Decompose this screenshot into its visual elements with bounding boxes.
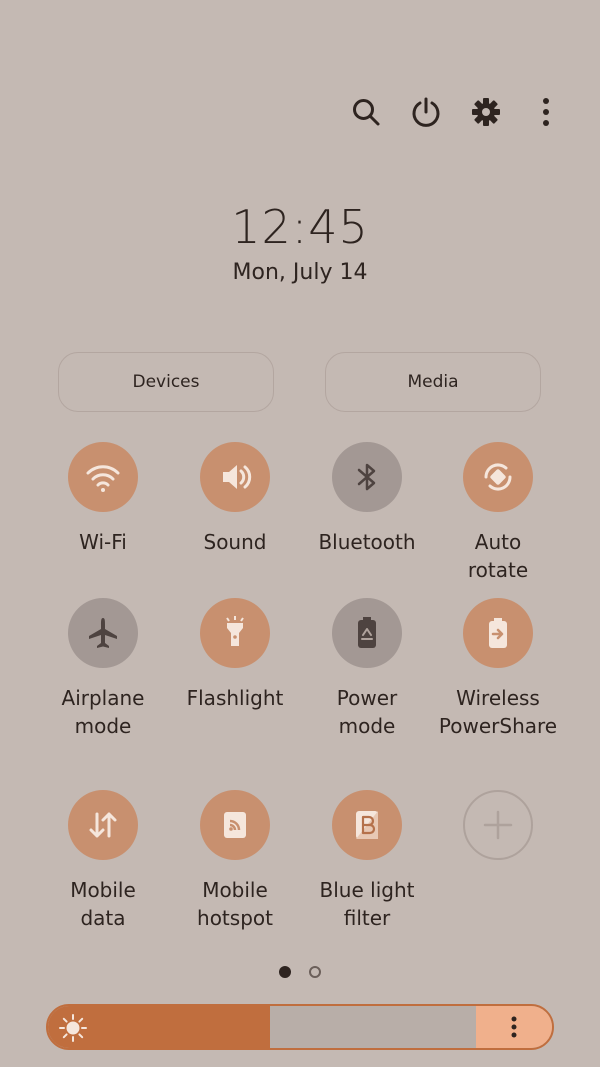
wireless-powershare-icon	[463, 598, 533, 668]
tile-mobile-hotspot[interactable]: Mobile hotspot	[170, 790, 300, 932]
hotspot-icon	[200, 790, 270, 860]
airplane-icon	[68, 598, 138, 668]
tile-mobile-data[interactable]: Mobile data	[38, 790, 168, 932]
tile-label: Auto rotate	[467, 530, 529, 582]
top-actions	[346, 92, 566, 132]
flashlight-icon	[200, 598, 270, 668]
page-indicator	[279, 966, 321, 978]
tile-label: Power mode	[336, 686, 398, 738]
add-icon	[463, 790, 533, 860]
media-button[interactable]: Media	[325, 352, 541, 412]
tile-airplane-mode[interactable]: Airplane mode	[38, 598, 168, 740]
tile-label: Mobile hotspot	[197, 878, 273, 930]
sun-icon	[58, 1013, 88, 1043]
search-icon[interactable]	[346, 92, 386, 132]
tile-add[interactable]	[433, 790, 563, 860]
brightness-more-button[interactable]	[476, 1006, 552, 1048]
tile-label: Mobile data	[70, 878, 136, 930]
battery-recycle-icon	[332, 598, 402, 668]
tile-label: Wireless PowerShare	[438, 686, 558, 738]
brightness-slider[interactable]	[46, 1004, 554, 1050]
mobile-data-icon	[68, 790, 138, 860]
sound-icon	[200, 442, 270, 512]
power-icon[interactable]	[406, 92, 446, 132]
tile-label: Blue light filter	[319, 878, 415, 930]
tile-flashlight[interactable]: Flashlight	[170, 598, 300, 712]
more-vert-icon	[511, 1016, 517, 1038]
tile-auto-rotate[interactable]: Auto rotate	[433, 442, 563, 584]
tile-sound[interactable]: Sound	[170, 442, 300, 556]
tile-label: Sound	[203, 530, 267, 554]
page-dot-active[interactable]	[279, 966, 291, 978]
blue-light-filter-icon	[332, 790, 402, 860]
tile-label: Bluetooth	[318, 530, 416, 554]
tile-blue-light-filter[interactable]: Blue light filter	[302, 790, 432, 932]
clock-time: 12:45	[231, 200, 369, 254]
tile-label: Airplane mode	[61, 686, 145, 738]
wifi-icon	[68, 442, 138, 512]
auto-rotate-icon	[463, 442, 533, 512]
tile-label: Wi-Fi	[79, 530, 127, 554]
page-dot-inactive[interactable]	[309, 966, 321, 978]
bluetooth-icon	[332, 442, 402, 512]
clock-date: Mon, July 14	[232, 260, 368, 285]
settings-gear-icon[interactable]	[466, 92, 506, 132]
tile-bluetooth[interactable]: Bluetooth	[302, 442, 432, 556]
devices-button[interactable]: Devices	[58, 352, 274, 412]
tile-label: Flashlight	[186, 686, 284, 710]
tile-wireless-powershare[interactable]: Wireless PowerShare	[433, 598, 563, 740]
more-vert-icon[interactable]	[526, 92, 566, 132]
tile-wifi[interactable]: Wi-Fi	[38, 442, 168, 556]
tile-power-mode[interactable]: Power mode	[302, 598, 432, 740]
